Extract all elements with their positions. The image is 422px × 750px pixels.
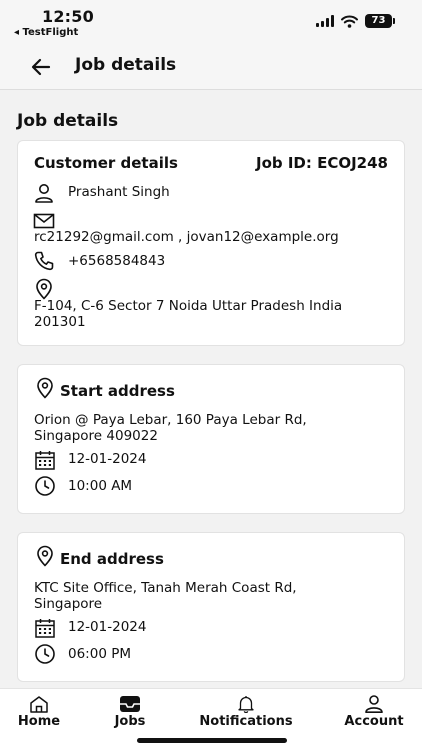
nav-notifications[interactable]: Notifications (197, 695, 295, 729)
inbox-tray-icon (120, 696, 140, 712)
home-icon (30, 696, 48, 713)
nav-account[interactable]: Account (342, 695, 406, 729)
start-address-line1: Orion @ Paya Lebar, 160 Paya Lebar Rd, (34, 412, 307, 428)
end-address-line2: Singapore (34, 596, 103, 612)
location-pin-icon (36, 278, 52, 300)
nav-account-label: Account (344, 714, 404, 729)
start-address-heading: Start address (60, 382, 175, 400)
clock-icon (35, 644, 55, 664)
account-person-icon (365, 695, 383, 713)
customer-details-heading: Customer details (34, 154, 178, 172)
back-arrow-icon[interactable] (28, 54, 54, 80)
customer-emails[interactable]: rc21292@gmail.com , jovan12@example.org (34, 229, 339, 245)
start-address-line2: Singapore 409022 (34, 428, 158, 444)
end-date: 12-01-2024 (68, 619, 147, 635)
clock-icon (35, 476, 55, 496)
status-time: 12:50 (42, 7, 94, 26)
customer-phone[interactable]: +6568584843 (68, 253, 165, 269)
back-to-testflight-link[interactable]: ◂ TestFlight (14, 27, 78, 38)
start-address-card: Start address Orion @ Paya Lebar, 160 Pa… (17, 364, 405, 514)
page-title: Job details (75, 55, 177, 75)
customer-address-line1: F-104, C-6 Sector 7 Noida Uttar Pradesh … (34, 298, 343, 314)
nav-home-label: Home (17, 714, 61, 729)
end-address-card: End address KTC Site Office, Tanah Merah… (17, 532, 405, 682)
battery-icon: 73 (365, 14, 395, 28)
nav-notifications-label: Notifications (199, 714, 293, 729)
nav-jobs[interactable]: Jobs (106, 695, 154, 729)
location-pin-icon (37, 377, 53, 399)
start-date: 12-01-2024 (68, 451, 147, 467)
calendar-icon (35, 451, 55, 470)
start-time: 10:00 AM (68, 478, 133, 494)
end-address-line1: KTC Site Office, Tanah Merah Coast Rd, (34, 580, 297, 596)
nav-jobs-label: Jobs (114, 714, 146, 729)
end-time: 06:00 PM (68, 646, 131, 662)
wifi-icon (341, 15, 358, 28)
customer-name: Prashant Singh (68, 184, 170, 200)
bell-icon (238, 696, 254, 713)
customer-address-line2: 201301 (34, 314, 86, 330)
status-bar: 12:50 ◂ TestFlight 73 (0, 0, 422, 44)
calendar-icon (35, 619, 55, 638)
phone-icon (34, 251, 54, 271)
cellular-signal-icon (316, 15, 334, 27)
job-id: Job ID: ECOJ248 (256, 154, 388, 172)
home-indicator[interactable] (137, 738, 287, 743)
customer-details-card: Customer details Job ID: ECOJ248 Prashan… (17, 140, 405, 346)
location-pin-icon (37, 545, 53, 567)
section-title: Job details (17, 111, 119, 131)
status-icons: 73 (316, 14, 395, 28)
person-icon (35, 184, 53, 203)
app-header: Job details (0, 44, 422, 90)
end-address-heading: End address (60, 550, 164, 568)
nav-home[interactable]: Home (14, 695, 64, 729)
